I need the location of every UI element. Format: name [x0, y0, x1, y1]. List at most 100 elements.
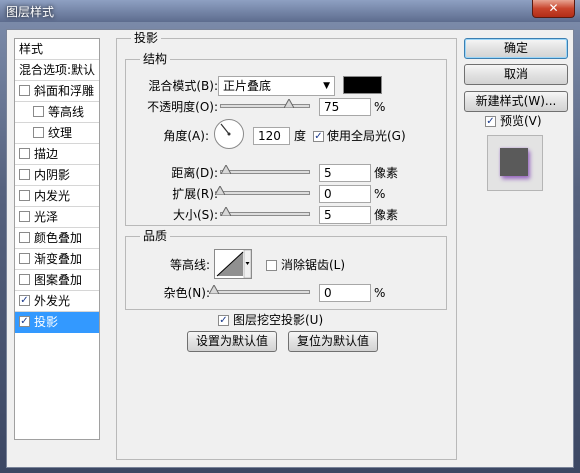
- close-button[interactable]: ✕: [532, 0, 575, 18]
- distance-label: 距离(D):: [171, 166, 218, 180]
- contour-curve-icon: [216, 249, 252, 279]
- size-input[interactable]: 5: [319, 206, 371, 224]
- drop-shadow-panel: 投影 结构 混合模式(B): 正片叠底 ▼ 不透明度(O): 75 % 角度(A…: [116, 31, 457, 460]
- style-item-checkbox[interactable]: [19, 274, 30, 285]
- style-item-label: 图案叠加: [34, 273, 83, 287]
- new-style-button[interactable]: 新建样式(W)...: [464, 91, 568, 112]
- blending-options-item[interactable]: 混合选项:默认: [15, 60, 99, 81]
- style-item-checkbox[interactable]: ✓: [19, 316, 30, 327]
- chevron-down-icon: ▼: [323, 81, 330, 91]
- style-item-checkbox[interactable]: [33, 106, 44, 117]
- angle-dial-needle: [220, 123, 231, 136]
- opacity-input[interactable]: 75: [319, 98, 371, 116]
- noise-slider-thumb[interactable]: [209, 285, 219, 294]
- style-list-item[interactable]: 光泽: [15, 207, 99, 228]
- make-default-button[interactable]: 设置为默认值: [187, 331, 277, 352]
- style-item-checkbox[interactable]: ✓: [19, 295, 30, 306]
- style-item-checkbox[interactable]: [19, 190, 30, 201]
- style-item-label: 内阴影: [34, 168, 71, 182]
- opacity-slider[interactable]: [220, 104, 310, 108]
- style-list-item[interactable]: 纹理: [15, 123, 99, 144]
- style-list-item[interactable]: 等高线: [15, 102, 99, 123]
- style-item-label: 等高线: [48, 105, 85, 119]
- distance-slider-thumb[interactable]: [221, 165, 231, 174]
- style-list-item[interactable]: 颜色叠加: [15, 228, 99, 249]
- style-list-item[interactable]: 斜面和浮雕: [15, 81, 99, 102]
- blend-mode-label: 混合模式(B):: [148, 79, 218, 93]
- contour-picker[interactable]: [214, 249, 252, 279]
- style-item-label: 纹理: [48, 126, 73, 140]
- style-preview: [487, 135, 543, 191]
- style-list-header[interactable]: 样式: [15, 39, 99, 60]
- title-bar[interactable]: 图层样式 ✕: [0, 0, 580, 22]
- style-item-label: 内发光: [34, 189, 71, 203]
- angle-input[interactable]: 120: [253, 127, 290, 145]
- size-unit: 像素: [374, 208, 399, 222]
- reset-default-button[interactable]: 复位为默认值: [288, 331, 378, 352]
- size-label: 大小(S):: [172, 208, 218, 222]
- style-item-checkbox[interactable]: [19, 169, 30, 180]
- preview-label: 预览(V): [500, 114, 542, 128]
- cancel-button[interactable]: 取消: [464, 64, 568, 85]
- preview-checkbox[interactable]: ✓: [485, 116, 496, 127]
- style-list-item[interactable]: 图案叠加: [15, 270, 99, 291]
- spread-label: 扩展(R):: [172, 187, 218, 201]
- style-item-checkbox[interactable]: [19, 85, 30, 96]
- style-item-checkbox[interactable]: [19, 232, 30, 243]
- style-item-checkbox[interactable]: [19, 253, 30, 264]
- style-item-label: 斜面和浮雕: [34, 84, 95, 98]
- spread-input[interactable]: 0: [319, 185, 371, 203]
- quality-title: 品质: [140, 229, 171, 243]
- anti-alias-label: 消除锯齿(L): [281, 258, 346, 272]
- angle-dial[interactable]: [214, 119, 244, 149]
- contour-label: 等高线:: [169, 258, 210, 272]
- size-slider-thumb[interactable]: [221, 207, 231, 216]
- anti-alias-checkbox[interactable]: [266, 260, 277, 271]
- noise-slider[interactable]: [214, 290, 310, 294]
- knockout-label: 图层挖空投影(U): [233, 313, 324, 327]
- style-item-label: 颜色叠加: [34, 231, 83, 245]
- preview-thumbnail: [500, 148, 528, 176]
- style-list-item[interactable]: ✓ 外发光: [15, 291, 99, 312]
- style-list-item[interactable]: 内阴影: [15, 165, 99, 186]
- style-item-label: 外发光: [34, 294, 71, 308]
- opacity-slider-thumb[interactable]: [284, 99, 294, 108]
- noise-unit: %: [374, 286, 386, 300]
- spread-unit: %: [374, 187, 386, 201]
- spread-slider[interactable]: [220, 191, 310, 195]
- distance-input[interactable]: 5: [319, 164, 371, 182]
- quality-group: 品质 等高线: 消除锯齿(L) 杂色(N): 0 %: [125, 229, 447, 310]
- knockout-checkbox[interactable]: ✓: [218, 315, 229, 326]
- noise-label: 杂色(N):: [163, 286, 210, 300]
- style-list-item[interactable]: ✓ 投影: [15, 312, 99, 333]
- drop-shadow-title: 投影: [131, 31, 162, 45]
- noise-input[interactable]: 0: [319, 284, 371, 302]
- structure-title: 结构: [140, 52, 171, 66]
- global-light-label: 使用全局光(G): [327, 129, 406, 143]
- blend-mode-select[interactable]: 正片叠底 ▼: [218, 76, 335, 96]
- ok-button[interactable]: 确定: [464, 38, 568, 59]
- global-light-checkbox[interactable]: ✓: [313, 131, 324, 142]
- style-item-checkbox[interactable]: [19, 148, 30, 159]
- style-item-label: 投影: [34, 315, 59, 329]
- blend-mode-value: 正片叠底: [223, 79, 272, 93]
- style-list-item[interactable]: 渐变叠加: [15, 249, 99, 270]
- spread-slider-thumb[interactable]: [215, 186, 225, 195]
- angle-unit: 度: [294, 129, 307, 143]
- style-item-label: 描边: [34, 147, 59, 161]
- distance-unit: 像素: [374, 166, 399, 180]
- size-slider[interactable]: [220, 212, 310, 216]
- shadow-color-swatch[interactable]: [343, 76, 382, 94]
- close-icon: ✕: [548, 1, 559, 15]
- style-item-checkbox[interactable]: [33, 127, 44, 138]
- style-list-item[interactable]: 内发光: [15, 186, 99, 207]
- style-item-label: 渐变叠加: [34, 252, 83, 266]
- structure-group: 结构 混合模式(B): 正片叠底 ▼ 不透明度(O): 75 % 角度(A):: [125, 52, 447, 226]
- distance-slider[interactable]: [220, 170, 310, 174]
- style-item-label: 光泽: [34, 210, 59, 224]
- style-item-checkbox[interactable]: [19, 211, 30, 222]
- angle-label: 角度(A):: [163, 129, 209, 143]
- style-list-item[interactable]: 描边: [15, 144, 99, 165]
- dialog-client: 样式 混合选项:默认 斜面和浮雕等高线纹理描边内阴影内发光光泽颜色叠加渐变叠加图…: [6, 29, 574, 468]
- window-title: 图层样式: [6, 5, 55, 19]
